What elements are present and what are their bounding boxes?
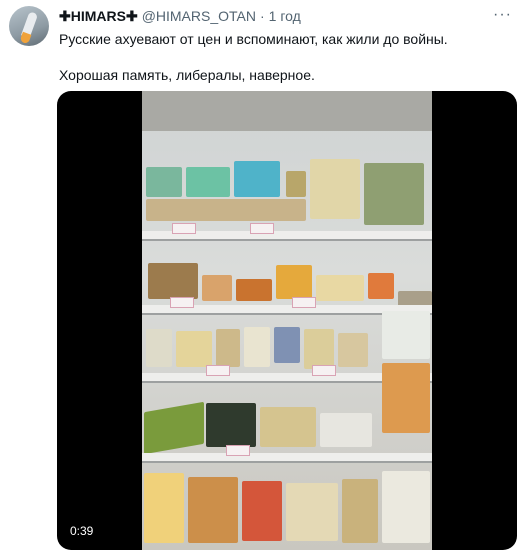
product-package	[148, 263, 198, 299]
price-tag	[292, 297, 316, 308]
product-package	[368, 273, 394, 299]
shelf	[142, 453, 432, 463]
product-package	[286, 171, 306, 197]
price-tag	[172, 223, 196, 234]
product-package	[236, 279, 272, 301]
product-package	[244, 327, 270, 367]
product-package	[188, 477, 238, 543]
product-package	[342, 479, 378, 543]
price-tag	[206, 365, 230, 376]
product-package	[242, 481, 282, 541]
tweet-text-line-2: Хорошая память, либералы, наверное.	[59, 67, 315, 83]
store-ceiling	[142, 91, 432, 131]
product-package	[286, 483, 338, 541]
user-handle[interactable]: @HIMARS_OTAN	[142, 8, 256, 24]
product-package	[146, 167, 182, 197]
product-package	[364, 163, 424, 225]
timestamp[interactable]: 1 год	[269, 8, 301, 24]
product-package	[310, 159, 360, 219]
product-package	[316, 275, 364, 301]
product-package	[274, 327, 300, 363]
product-package	[234, 161, 280, 197]
video-player[interactable]: 0:39	[57, 91, 517, 550]
product-package	[382, 311, 430, 359]
rocket-flame-icon	[19, 31, 32, 45]
product-package	[144, 473, 184, 543]
more-horizontal-icon[interactable]: ···	[493, 6, 512, 24]
product-package	[144, 401, 204, 455]
video-duration: 0:39	[70, 524, 94, 538]
price-tag	[312, 365, 336, 376]
product-package	[320, 413, 372, 447]
product-package	[276, 265, 312, 299]
product-package	[260, 407, 316, 447]
tweet-header: ✚HIMARS✚ @HIMARS_OTAN · 1 год	[59, 7, 301, 25]
price-tag	[250, 223, 274, 234]
price-tag	[170, 297, 194, 308]
product-package	[382, 363, 430, 433]
display-name[interactable]: ✚HIMARS✚	[59, 8, 138, 25]
product-package	[186, 167, 230, 197]
product-package	[382, 471, 430, 543]
product-package	[146, 329, 172, 367]
product-package	[202, 275, 232, 301]
avatar[interactable]	[9, 6, 49, 46]
separator-dot: ·	[259, 8, 265, 24]
product-package	[176, 331, 212, 367]
product-package	[216, 329, 240, 367]
product-package	[146, 199, 306, 221]
video-frame	[142, 91, 432, 550]
price-tag	[226, 445, 250, 456]
product-package	[338, 333, 368, 367]
product-package	[206, 403, 256, 447]
tweet-text-line-1: Русские ахуевают от цен и вспоминают, ка…	[59, 31, 448, 47]
product-package	[304, 329, 334, 369]
